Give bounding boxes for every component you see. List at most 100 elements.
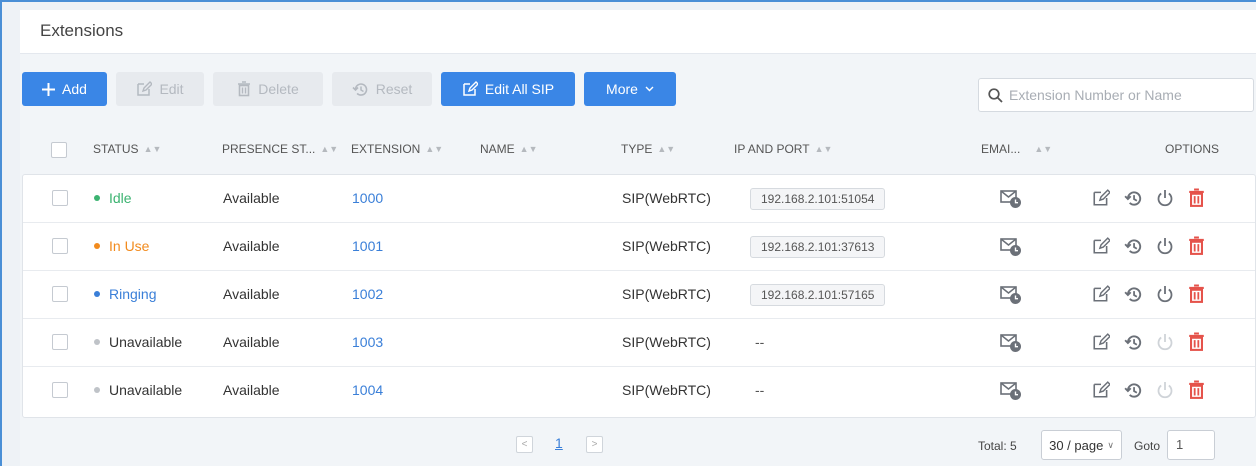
trash-icon[interactable] [1188,188,1205,208]
ip-port-cell: 192.168.2.101:57165 [750,284,886,306]
history-icon[interactable] [1124,189,1143,208]
table-header: STATUS ▲▼ PRESENCE ST... ▲▼ EXTENSION ▲▼ NA… [20,128,1256,172]
trash-icon[interactable] [1188,236,1205,256]
email-clock-icon[interactable] [1000,189,1022,209]
column-header-options: OPTIONS [1165,142,1219,156]
edit-all-sip-button[interactable]: Edit All SIP [441,72,575,106]
sort-icon: ▲▼ [1034,144,1053,154]
trash-icon[interactable] [1188,332,1205,352]
row-checkbox[interactable] [52,334,68,350]
power-icon[interactable] [1156,333,1174,352]
edit-icon [462,81,478,97]
history-icon[interactable] [1124,285,1143,304]
total-count: Total: 5 [978,439,1017,453]
edit-button-label: Edit [159,81,184,97]
column-header-label: IP AND PORT [734,142,810,156]
email-clock-icon[interactable] [1000,285,1022,305]
column-header-label: EXTENSION [351,142,421,156]
status-dot [94,195,100,202]
power-icon[interactable] [1156,189,1174,208]
status-cell: In Use [94,238,149,254]
column-header-label: NAME [480,142,515,156]
history-icon[interactable] [1124,237,1143,256]
trash-icon[interactable] [1188,284,1205,304]
column-header-ip-port[interactable]: IP AND PORT ▲▼ [734,142,832,156]
edit-button[interactable]: Edit [116,72,204,106]
power-icon[interactable] [1156,237,1174,256]
extension-link[interactable]: 1001 [352,238,383,254]
edit-icon[interactable] [1092,333,1110,351]
status-cell: Ringing [94,286,156,302]
column-header-label: STATUS [93,142,139,156]
page-header: Extensions [20,10,1256,54]
power-icon[interactable] [1156,285,1174,304]
page-size-select[interactable]: 30 / page ∨ [1041,430,1122,460]
table-row: Idle Available 1000 SIP(WebRTC) 192.168.… [23,175,1255,223]
edit-icon [136,81,153,97]
status-dot [94,387,100,394]
status-text: Unavailable [109,382,183,398]
ip-port-cell: 192.168.2.101:37613 [750,236,886,258]
delete-button[interactable]: Delete [213,72,323,106]
prev-page-button[interactable]: < [516,436,533,453]
row-checkbox[interactable] [52,286,68,302]
table-row: Unavailable Available 1003 SIP(WebRTC) -… [23,319,1255,367]
email-clock-icon[interactable] [1000,237,1022,257]
edit-icon[interactable] [1092,381,1110,399]
column-header-status[interactable]: STATUS ▲▼ [93,142,161,156]
type-cell: SIP(WebRTC) [622,334,711,350]
column-header-type[interactable]: TYPE ▲▼ [621,142,675,156]
edit-icon[interactable] [1092,189,1110,207]
presence-cell: Available [223,190,280,206]
ip-port-cell: 192.168.2.101:51054 [750,188,886,210]
email-clock-icon[interactable] [1000,333,1022,353]
type-cell: SIP(WebRTC) [622,286,711,302]
extension-link[interactable]: 1004 [352,382,383,398]
column-header-email[interactable]: EMAI... ▲▼ [981,142,1052,156]
edit-icon[interactable] [1092,237,1110,255]
edit-all-sip-label: Edit All SIP [484,81,555,97]
sort-icon: ▲▼ [320,144,339,154]
extension-link[interactable]: 1000 [352,190,383,206]
power-icon[interactable] [1156,381,1174,400]
trash-icon[interactable] [1188,380,1205,400]
history-icon[interactable] [1124,333,1143,352]
row-checkbox[interactable] [52,190,68,206]
email-clock-icon[interactable] [1000,381,1022,401]
extension-link[interactable]: 1003 [352,334,383,350]
history-icon[interactable] [1124,381,1143,400]
goto-input[interactable]: 1 [1167,430,1215,460]
chevron-down-icon [645,86,654,92]
page-frame: Extensions Add Edit Delete Reset Edit Al… [0,0,1256,466]
status-cell: Idle [94,190,132,206]
extension-link[interactable]: 1002 [352,286,383,302]
status-dot [94,243,100,250]
select-all-checkbox[interactable] [51,142,67,158]
reset-button[interactable]: Reset [332,72,432,106]
reset-button-label: Reset [375,81,413,97]
search-icon [988,87,1003,103]
page-number-1[interactable]: 1 [555,435,563,451]
row-checkbox[interactable] [52,238,68,254]
status-cell: Unavailable [94,382,182,398]
edit-icon[interactable] [1092,285,1110,303]
sort-icon: ▲▼ [657,144,676,154]
table-row: Ringing Available 1002 SIP(WebRTC) 192.1… [23,271,1255,319]
page-size-value: 30 / page [1049,437,1104,453]
status-dot [94,339,100,346]
more-button[interactable]: More [584,72,676,106]
column-header-presence[interactable]: PRESENCE ST... ▲▼ [222,142,338,156]
delete-button-label: Delete [258,81,299,97]
next-page-button[interactable]: > [586,436,603,453]
add-button[interactable]: Add [22,72,107,106]
presence-cell: Available [223,238,280,254]
column-header-extension[interactable]: EXTENSION ▲▼ [351,142,443,156]
row-checkbox[interactable] [52,382,68,398]
search-input[interactable] [1009,87,1239,103]
column-header-name[interactable]: NAME ▲▼ [480,142,538,156]
search-box[interactable] [978,78,1254,112]
extensions-table: Idle Available 1000 SIP(WebRTC) 192.168.… [22,174,1256,418]
status-text: Unavailable [109,334,183,350]
ip-port-cell: -- [755,382,765,398]
sort-icon: ▲▼ [814,144,833,154]
